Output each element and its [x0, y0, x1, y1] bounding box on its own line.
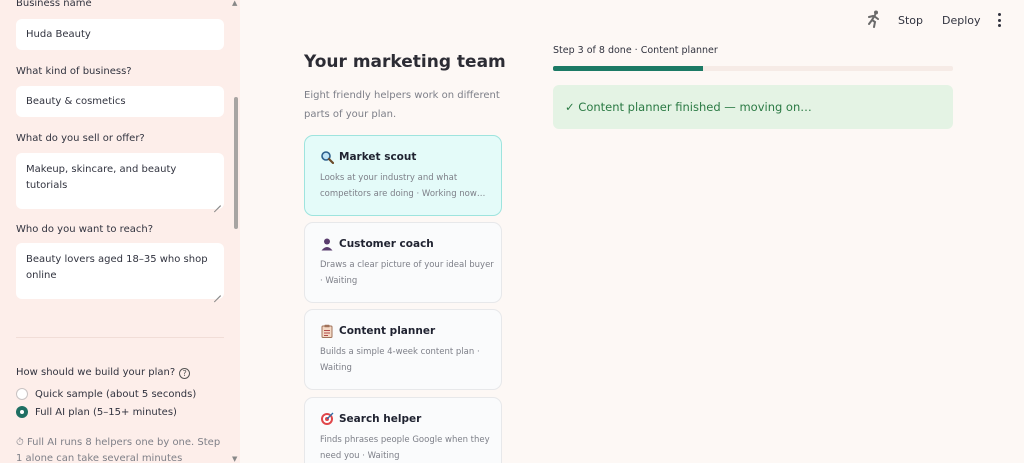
audience-label: Who do you want to reach? [16, 224, 153, 235]
sidebar: Business name Huda Beauty What kind of b… [0, 0, 240, 463]
progress-bar-fill [553, 66, 703, 71]
radio-unchecked-icon[interactable] [16, 388, 28, 400]
full-ai-note: ⏱ Full AI runs 8 helpers one by one. Ste… [16, 437, 221, 463]
page-subtitle: Eight friendly helpers work on different… [304, 90, 500, 120]
radio-quick-sample-label: Quick sample (about 5 seconds) [35, 388, 197, 400]
business-kind-label: What kind of business? [16, 66, 132, 77]
helper-desc: Finds phrases people Google when they ne… [320, 435, 490, 461]
build-plan-label-text: How should we build your plan? [16, 367, 176, 378]
helper-card-customer-coach: Customer coach Draws a clear picture of … [304, 222, 502, 303]
stop-button[interactable]: Stop [898, 14, 923, 27]
progress-bar [553, 66, 953, 71]
helper-card-search-helper: Search helper Finds phrases people Googl… [304, 397, 502, 463]
radio-quick-sample[interactable]: Quick sample (about 5 seconds) [16, 388, 196, 400]
helper-desc: Looks at your industry and what competit… [320, 173, 486, 199]
helper-card-content-planner: Content planner Builds a simple 4-week c… [304, 309, 502, 390]
sidebar-divider [16, 337, 224, 338]
helper-card-market-scout: Market scout Looks at your industry and … [304, 135, 502, 216]
audience-text: Beauty lovers aged 18–35 who shop online [26, 254, 208, 281]
radio-full-plan[interactable]: Full AI plan (5–15+ minutes) [16, 406, 177, 418]
helper-desc: Builds a simple 4-week content plan · Wa… [320, 347, 480, 373]
status-message: ✓ Content planner finished — moving on… [553, 85, 953, 129]
resize-handle-icon[interactable] [214, 199, 221, 206]
target-icon [320, 412, 334, 426]
radio-checked-icon[interactable] [16, 406, 28, 418]
page-title: Your marketing team [304, 52, 506, 72]
progress-label: Step 3 of 8 done · Content planner [553, 45, 718, 56]
offer-label: What do you sell or offer? [16, 133, 145, 144]
offer-textarea[interactable]: Makeup, skincare, and beauty tutorials [16, 153, 224, 209]
running-man-icon [866, 10, 882, 32]
build-plan-label: How should we build your plan?? [16, 367, 191, 379]
scroll-up-arrow-icon[interactable]: ▲ [232, 0, 237, 7]
audience-textarea[interactable]: Beauty lovers aged 18–35 who shop online [16, 243, 224, 299]
business-name-input[interactable]: Huda Beauty [16, 19, 224, 50]
resize-handle-icon[interactable] [214, 289, 221, 296]
main-menu-icon[interactable] [996, 13, 1002, 27]
offer-text: Makeup, skincare, and beauty tutorials [26, 164, 177, 191]
help-icon[interactable]: ? [179, 368, 191, 379]
helper-name: Search helper [339, 413, 422, 425]
clipboard-icon [320, 324, 334, 338]
helper-name: Customer coach [339, 238, 434, 250]
helper-name: Content planner [339, 325, 436, 337]
business-name-label: Business name [16, 0, 92, 9]
business-kind-input[interactable]: Beauty & cosmetics [16, 86, 224, 117]
helper-desc: Draws a clear picture of your ideal buye… [320, 260, 494, 286]
scroll-down-arrow-icon[interactable]: ▼ [232, 455, 237, 463]
radio-full-plan-label: Full AI plan (5–15+ minutes) [35, 406, 177, 418]
helper-name: Market scout [339, 151, 417, 163]
person-icon [320, 237, 334, 251]
sidebar-scrollbar[interactable] [234, 97, 238, 229]
deploy-button[interactable]: Deploy [942, 14, 981, 27]
magnifier-icon [320, 150, 335, 165]
